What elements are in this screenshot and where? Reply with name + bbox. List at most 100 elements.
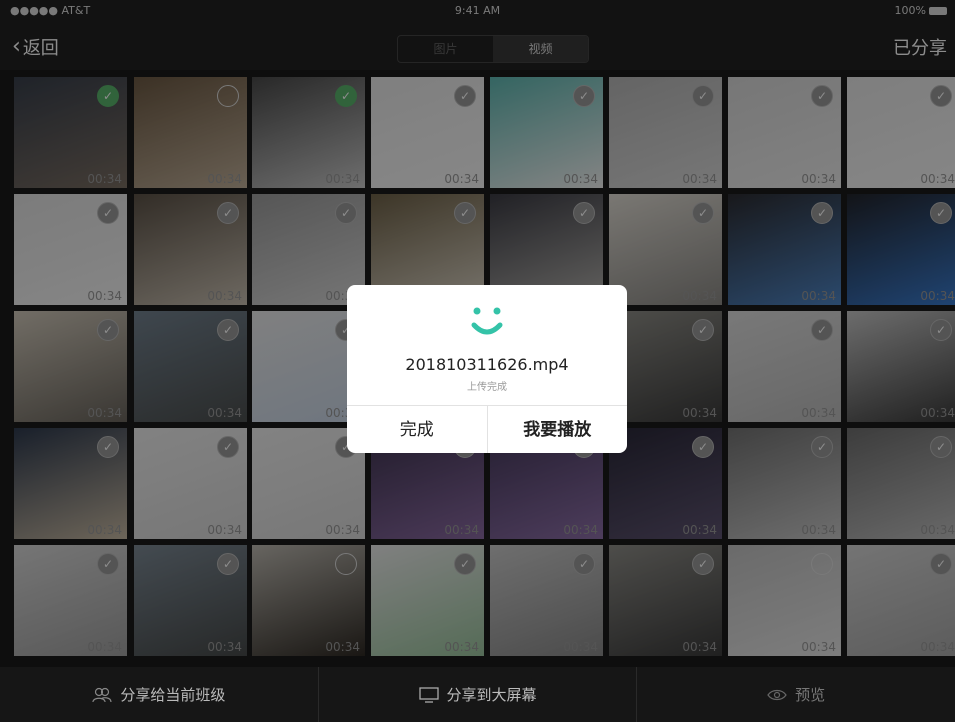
share-to-class-label: 分享给当前班级 [120,686,226,704]
bottom-action-bar: 分享给当前班级 分享到大屏幕 预览 [0,667,955,722]
video-thumbnail[interactable]: 00:34 [728,545,841,656]
video-thumbnail[interactable]: ✓ 00:34 [847,428,955,539]
video-thumbnail[interactable]: ✓ 00:34 [847,194,955,305]
select-check-icon[interactable]: ✓ [97,319,119,341]
group-icon [92,687,112,702]
select-check-icon[interactable]: ✓ [930,553,952,575]
video-thumbnail[interactable]: ✓ 00:34 [134,194,247,305]
video-duration: 00:34 [682,289,717,303]
tab-videos[interactable]: 视频 [493,36,588,62]
battery-percent: 100% [894,4,926,17]
video-thumbnail[interactable]: ✓ 00:34 [847,545,955,656]
share-to-screen-label: 分享到大屏幕 [446,686,537,704]
select-check-icon[interactable]: ✓ [692,319,714,341]
select-check-icon[interactable]: ✓ [811,202,833,224]
select-check-icon[interactable]: ✓ [97,436,119,458]
preview-label: 预览 [795,686,826,704]
video-duration: 00:34 [87,640,122,654]
monitor-icon [418,686,439,703]
eye-icon [767,689,787,700]
select-check-icon[interactable]: ✓ [454,85,476,107]
select-check-icon[interactable] [217,85,239,107]
dialog-actions: 完成 我要播放 [347,405,627,453]
video-thumbnail[interactable]: ✓ 00:34 [609,77,722,188]
video-duration: 00:34 [87,523,122,537]
select-check-icon[interactable]: ✓ [97,553,119,575]
select-check-icon[interactable]: ✓ [811,436,833,458]
video-thumbnail[interactable]: ✓ 00:34 [728,77,841,188]
video-thumbnail[interactable]: ✓ 00:34 [371,77,484,188]
share-to-class-button[interactable]: 分享给当前班级 [0,667,319,722]
video-thumbnail[interactable]: ✓ 00:34 [609,545,722,656]
select-check-icon[interactable]: ✓ [692,553,714,575]
select-check-icon[interactable]: ✓ [811,319,833,341]
select-check-icon[interactable]: ✓ [930,202,952,224]
video-duration: 00:34 [682,640,717,654]
video-thumbnail[interactable]: ✓ 00:34 [490,545,603,656]
select-check-icon[interactable]: ✓ [573,85,595,107]
video-thumbnail[interactable]: ✓ 00:34 [847,311,955,422]
clock: 9:41 AM [454,4,501,17]
select-check-icon[interactable]: ✓ [692,436,714,458]
select-check-icon[interactable]: ✓ [692,85,714,107]
video-duration: 00:34 [920,640,955,654]
video-thumbnail[interactable]: ✓ 00:34 [14,77,127,188]
video-duration: 00:34 [325,640,360,654]
back-label: 返回 [22,38,59,59]
preview-button[interactable]: 预览 [637,667,955,722]
video-duration: 00:34 [801,640,836,654]
select-check-icon[interactable]: ✓ [335,202,357,224]
select-check-icon[interactable]: ✓ [217,553,239,575]
video-duration: 00:34 [563,523,598,537]
video-duration: 00:34 [325,523,360,537]
video-duration: 00:34 [682,172,717,186]
select-check-icon[interactable]: ✓ [930,436,952,458]
video-thumbnail[interactable]: ✓ 00:34 [728,428,841,539]
video-thumbnail[interactable]: ✓ 00:34 [490,77,603,188]
video-thumbnail[interactable]: 00:34 [252,545,365,656]
select-check-icon[interactable]: ✓ [97,85,119,107]
video-duration: 00:34 [563,172,598,186]
video-thumbnail[interactable]: ✓ 00:34 [371,545,484,656]
video-thumbnail[interactable]: 00:34 [134,77,247,188]
video-duration: 00:34 [920,172,955,186]
select-check-icon[interactable]: ✓ [217,202,239,224]
share-to-screen-button[interactable]: 分享到大屏幕 [319,667,638,722]
video-duration: 00:34 [801,289,836,303]
video-duration: 00:34 [207,289,242,303]
select-check-icon[interactable]: ✓ [454,553,476,575]
select-check-icon[interactable] [335,553,357,575]
video-duration: 00:34 [682,406,717,420]
video-thumbnail[interactable]: ✓ 00:34 [14,194,127,305]
tab-photos[interactable]: 图片 [398,36,493,62]
select-check-icon[interactable]: ✓ [930,319,952,341]
select-check-icon[interactable]: ✓ [573,553,595,575]
video-duration: 00:34 [207,406,242,420]
back-button[interactable]: ‹ 返回 [12,34,59,60]
video-thumbnail[interactable]: ✓ 00:34 [14,311,127,422]
video-thumbnail[interactable]: ✓ 00:34 [134,428,247,539]
battery-icon [929,6,947,15]
select-check-icon[interactable]: ✓ [217,319,239,341]
video-thumbnail[interactable]: ✓ 00:34 [134,311,247,422]
done-button[interactable]: 完成 [347,406,488,453]
video-thumbnail[interactable]: ✓ 00:34 [847,77,955,188]
select-check-icon[interactable]: ✓ [692,202,714,224]
select-check-icon[interactable]: ✓ [217,436,239,458]
select-check-icon[interactable]: ✓ [930,85,952,107]
select-check-icon[interactable] [811,553,833,575]
select-check-icon[interactable]: ✓ [335,85,357,107]
video-thumbnail[interactable]: ✓ 00:34 [728,311,841,422]
video-thumbnail[interactable]: ✓ 00:34 [728,194,841,305]
video-duration: 00:34 [801,406,836,420]
video-thumbnail[interactable]: ✓ 00:34 [14,545,127,656]
video-thumbnail[interactable]: ✓ 00:34 [14,428,127,539]
video-thumbnail[interactable]: ✓ 00:34 [134,545,247,656]
select-check-icon[interactable]: ✓ [573,202,595,224]
shared-button[interactable]: 已分享 [893,34,947,60]
select-check-icon[interactable]: ✓ [454,202,476,224]
video-thumbnail[interactable]: ✓ 00:34 [252,77,365,188]
select-check-icon[interactable]: ✓ [811,85,833,107]
play-button[interactable]: 我要播放 [488,406,628,453]
select-check-icon[interactable]: ✓ [97,202,119,224]
